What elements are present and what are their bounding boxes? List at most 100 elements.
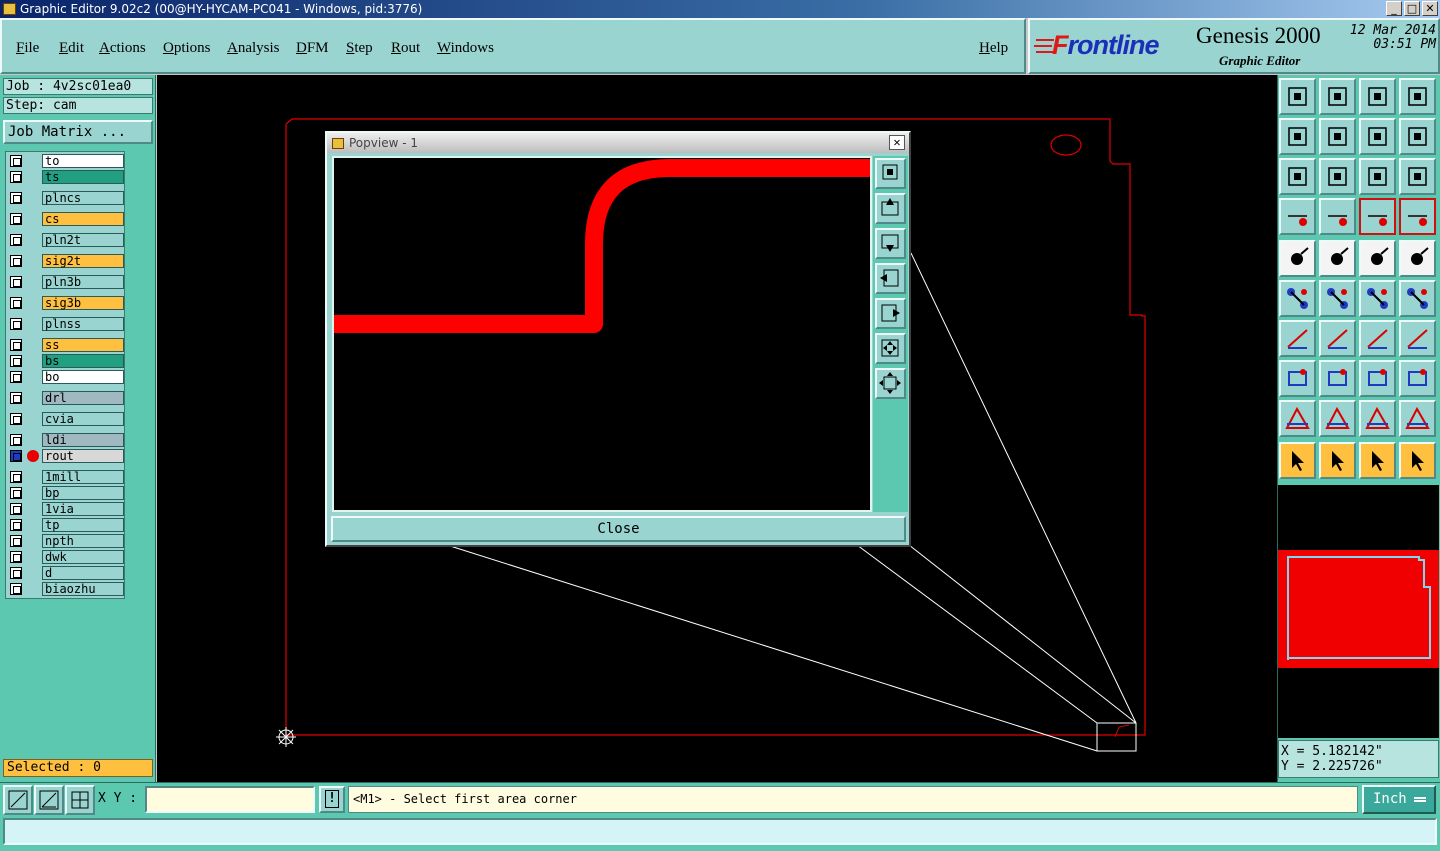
pan-up-tool-button[interactable] (1279, 78, 1316, 115)
popview-screen[interactable] (332, 156, 872, 512)
pop-zoom-home-button[interactable] (875, 158, 906, 189)
window-title-bar[interactable]: Graphic Editor 9.02c2 (00@HY-HYCAM-PC041… (0, 0, 1440, 18)
layer-checkbox[interactable] (10, 297, 22, 309)
menu-edit[interactable]: Edit (59, 40, 84, 57)
layer-name[interactable]: pln2t (42, 233, 124, 247)
layer-checkbox[interactable] (10, 503, 22, 515)
layer-checkbox[interactable] (10, 318, 22, 330)
layer-checkbox[interactable] (10, 276, 22, 288)
popview-window[interactable]: Popview - 1 ✕ Close (325, 131, 911, 547)
snap-red-tool-button[interactable] (1359, 198, 1396, 235)
menu-rout[interactable]: Rout (391, 40, 420, 57)
pop-zoom-fit-button[interactable] (875, 333, 906, 364)
layer-row-sig3b[interactable]: sig3b (8, 296, 126, 310)
zoom-fit-tool-button[interactable] (1279, 158, 1316, 195)
select-box-tool-button[interactable] (1319, 442, 1356, 479)
layer-name[interactable]: 1mill (42, 470, 124, 484)
layer-name[interactable]: ldi (42, 433, 124, 447)
layer-row-d[interactable]: d (8, 566, 126, 580)
pop-pan-left-button[interactable] (875, 263, 906, 294)
add-point-tool-button[interactable] (1359, 280, 1396, 317)
zoom-center-tool-button[interactable] (1319, 158, 1356, 195)
display-tool-button[interactable] (1319, 240, 1356, 277)
layer-name[interactable]: to (42, 154, 124, 168)
layer-checkbox[interactable] (10, 471, 22, 483)
layer-row-to[interactable]: to (8, 154, 126, 168)
job-matrix-button[interactable]: Job Matrix ... (3, 120, 153, 144)
layer-name[interactable]: bs (42, 354, 124, 368)
add-pad-tool-button[interactable] (1279, 240, 1316, 277)
offset-tool-button[interactable] (1399, 400, 1436, 437)
layer-name[interactable]: sig3b (42, 296, 124, 310)
layer-checkbox[interactable] (10, 567, 22, 579)
popview-title-bar[interactable]: Popview - 1 (327, 133, 909, 153)
layer-row-ts[interactable]: ts (8, 170, 126, 184)
layer-checkbox[interactable] (10, 434, 22, 446)
layer-checkbox[interactable] (10, 255, 22, 267)
scale-1-2-tool-button[interactable] (1359, 158, 1396, 195)
menu-file[interactable]: File (16, 40, 39, 57)
pan-down-tool-button[interactable] (1319, 78, 1356, 115)
layer-checkbox[interactable] (10, 213, 22, 225)
layer-name[interactable]: cs (42, 212, 124, 226)
layer-row-1via[interactable]: 1via (8, 502, 126, 516)
layer-checkbox[interactable] (10, 450, 22, 462)
layer-name[interactable]: rout (42, 449, 124, 463)
layer-checkbox[interactable] (10, 583, 22, 595)
select-tool-button[interactable] (1279, 442, 1316, 479)
layer-row-npth[interactable]: npth (8, 534, 126, 548)
layer-row-cs[interactable]: cs (8, 212, 126, 226)
layer-row-ldi[interactable]: ldi (8, 433, 126, 447)
layer-checkbox[interactable] (10, 371, 22, 383)
layer-row-rout[interactable]: rout (8, 449, 126, 463)
snap-red-alt-tool-button[interactable] (1399, 198, 1436, 235)
menu-dfm[interactable]: DFM (296, 40, 329, 57)
layer-checkbox[interactable] (10, 355, 22, 367)
xy-input[interactable] (145, 786, 315, 813)
layer-checkbox[interactable] (10, 155, 22, 167)
rotate-view-tool-button[interactable] (1359, 118, 1396, 155)
layer-row-cvia[interactable]: cvia (8, 412, 126, 426)
arc-fit-tool-button[interactable] (1359, 400, 1396, 437)
layer-row-pln2t[interactable]: pln2t (8, 233, 126, 247)
move-point-tool-button[interactable] (1399, 280, 1436, 317)
board-preview[interactable] (1278, 550, 1439, 668)
grid-tool-button[interactable] (65, 785, 95, 815)
layer-checkbox[interactable] (10, 487, 22, 499)
window-split-tool-button[interactable] (1399, 78, 1436, 115)
pop-zoom-in-button[interactable] (875, 368, 906, 399)
layer-row-dwk[interactable]: dwk (8, 550, 126, 564)
layer-name[interactable]: plncs (42, 191, 124, 205)
layer-row-plncs[interactable]: plncs (8, 191, 126, 205)
layer-name[interactable]: biaozhu (42, 582, 124, 596)
layer-name[interactable]: 1via (42, 502, 124, 516)
layer-row-pln3b[interactable]: pln3b (8, 275, 126, 289)
ruler-tool-button[interactable] (1359, 240, 1396, 277)
layer-row-plnss[interactable]: plnss (8, 317, 126, 331)
pen-settings-tool-button[interactable] (1279, 198, 1316, 235)
layer-checkbox[interactable] (10, 519, 22, 531)
pad-select-tool-button[interactable] (1399, 240, 1436, 277)
layer-checkbox[interactable] (10, 234, 22, 246)
layer-name[interactable]: cvia (42, 412, 124, 426)
close-window-button[interactable]: ✕ (1422, 1, 1438, 16)
layer-checkbox[interactable] (10, 171, 22, 183)
layer-row-bp[interactable]: bp (8, 486, 126, 500)
cluster-tool-button[interactable] (1399, 360, 1436, 397)
line-tool-button[interactable] (1319, 320, 1356, 357)
layer-name[interactable]: ss (42, 338, 124, 352)
layer-row-sig2t[interactable]: sig2t (8, 254, 126, 268)
select-net-tool-button[interactable] (1399, 442, 1436, 479)
minimize-button[interactable]: _ (1386, 1, 1402, 16)
layer-name[interactable]: bp (42, 486, 124, 500)
layer-row-bo[interactable]: bo (8, 370, 126, 384)
layer-row-biaozhu[interactable]: biaozhu (8, 582, 126, 596)
layer-row-ss[interactable]: ss (8, 338, 126, 352)
menu-options[interactable]: Options (163, 40, 211, 57)
pop-pan-up-button[interactable] (875, 193, 906, 224)
pan-left-tool-button[interactable] (1279, 118, 1316, 155)
layer-checkbox[interactable] (10, 551, 22, 563)
delete-node-tool-button[interactable] (1319, 280, 1356, 317)
layer-checkbox[interactable] (10, 339, 22, 351)
layer-name[interactable]: sig2t (42, 254, 124, 268)
